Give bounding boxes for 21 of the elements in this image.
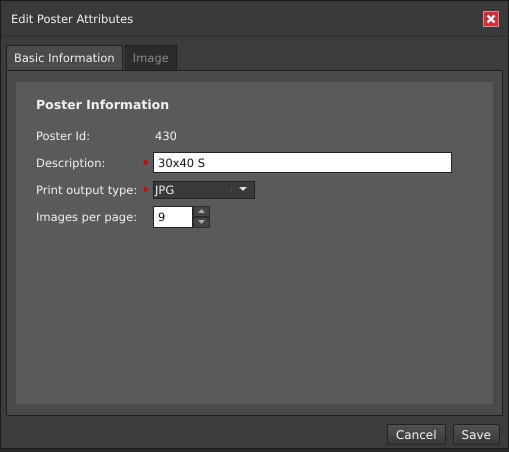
caret-icon bbox=[239, 187, 247, 192]
close-icon bbox=[486, 14, 496, 24]
tab[interactable]: Basic Information bbox=[6, 45, 123, 70]
field-label: Images per page: bbox=[36, 210, 138, 224]
footer-button[interactable]: Save bbox=[452, 424, 500, 445]
down-arrow-icon bbox=[198, 220, 205, 224]
field-value: 430 bbox=[155, 128, 177, 142]
number-field[interactable]: 9 bbox=[153, 206, 193, 228]
footer-button[interactable]: Cancel bbox=[386, 424, 446, 445]
decrement-button[interactable] bbox=[193, 216, 210, 228]
field-label: Poster Id: bbox=[36, 128, 92, 142]
window-title: Edit Poster Attributes bbox=[11, 12, 134, 26]
output-type-dropdown[interactable]: JPG bbox=[153, 180, 255, 198]
close-button[interactable] bbox=[483, 10, 499, 26]
description-field[interactable]: 30x40 S bbox=[153, 152, 452, 173]
field-label: Description: bbox=[36, 156, 106, 170]
tab[interactable]: Image bbox=[124, 45, 177, 70]
section-title: Poster Information bbox=[36, 97, 170, 112]
field-label: Print output type: bbox=[36, 182, 138, 196]
increment-button[interactable] bbox=[193, 206, 210, 216]
up-arrow-icon bbox=[198, 209, 205, 213]
